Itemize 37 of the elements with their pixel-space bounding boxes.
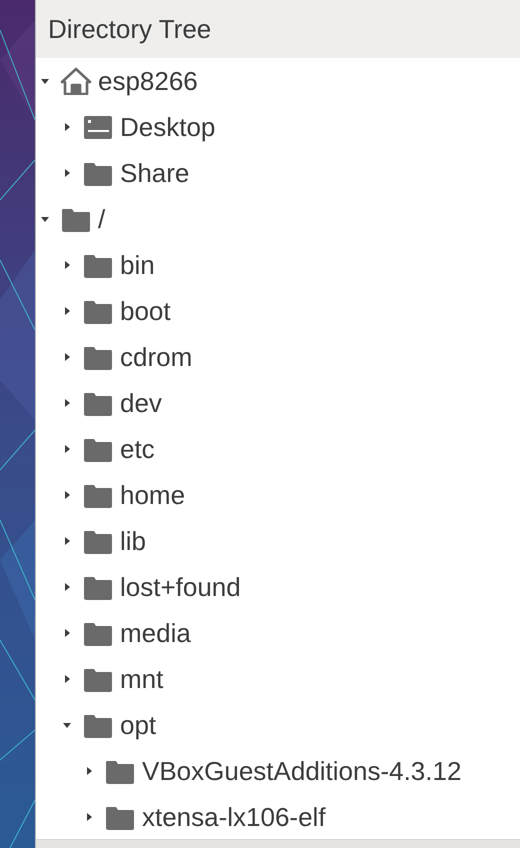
expand-arrow-icon[interactable] bbox=[62, 122, 72, 132]
expand-arrow-icon[interactable] bbox=[62, 352, 72, 362]
tree-item[interactable]: lost+found bbox=[120, 572, 241, 602]
tree-item[interactable]: media bbox=[120, 618, 191, 648]
expand-arrow-icon[interactable] bbox=[62, 260, 72, 270]
expand-arrow-icon[interactable] bbox=[62, 628, 72, 638]
tree-item[interactable]: VBoxGuestAdditions-4.3.12 bbox=[142, 756, 462, 786]
collapse-arrow-icon[interactable] bbox=[40, 214, 50, 224]
expand-arrow-icon[interactable] bbox=[62, 168, 72, 178]
expand-arrow-icon[interactable] bbox=[62, 536, 72, 546]
expand-arrow-icon[interactable] bbox=[62, 444, 72, 454]
expand-arrow-icon[interactable] bbox=[62, 490, 72, 500]
expand-arrow-icon[interactable] bbox=[62, 398, 72, 408]
tree-item[interactable]: dev bbox=[120, 388, 162, 418]
expand-arrow-icon[interactable] bbox=[62, 582, 72, 592]
tree-item[interactable]: Share bbox=[120, 158, 190, 188]
tree-item[interactable]: mnt bbox=[120, 664, 164, 694]
collapse-arrow-icon[interactable] bbox=[40, 76, 50, 86]
expand-arrow-icon[interactable] bbox=[62, 674, 72, 684]
tree-item[interactable]: xtensa-lx106-elf bbox=[142, 802, 326, 832]
expand-arrow-icon[interactable] bbox=[84, 812, 94, 822]
tree-item[interactable]: bin bbox=[120, 250, 155, 280]
computer-icon bbox=[82, 113, 114, 141]
panel-title: Directory Tree bbox=[48, 14, 212, 44]
tree-item[interactable]: esp8266 bbox=[98, 66, 198, 96]
tree-item[interactable]: lib bbox=[120, 526, 146, 556]
tree-item[interactable]: etc bbox=[120, 434, 155, 464]
tree-item[interactable]: home bbox=[120, 480, 186, 510]
collapse-arrow-icon[interactable] bbox=[62, 720, 72, 730]
tree-item[interactable]: boot bbox=[120, 296, 171, 326]
tree-item[interactable]: / bbox=[98, 204, 106, 234]
tree-item[interactable]: cdrom bbox=[120, 342, 192, 372]
home-icon bbox=[60, 67, 92, 95]
tree-item[interactable]: opt bbox=[120, 710, 156, 740]
expand-arrow-icon[interactable] bbox=[84, 766, 94, 776]
tree-item[interactable]: Desktop bbox=[120, 112, 216, 142]
expand-arrow-icon[interactable] bbox=[62, 306, 72, 316]
